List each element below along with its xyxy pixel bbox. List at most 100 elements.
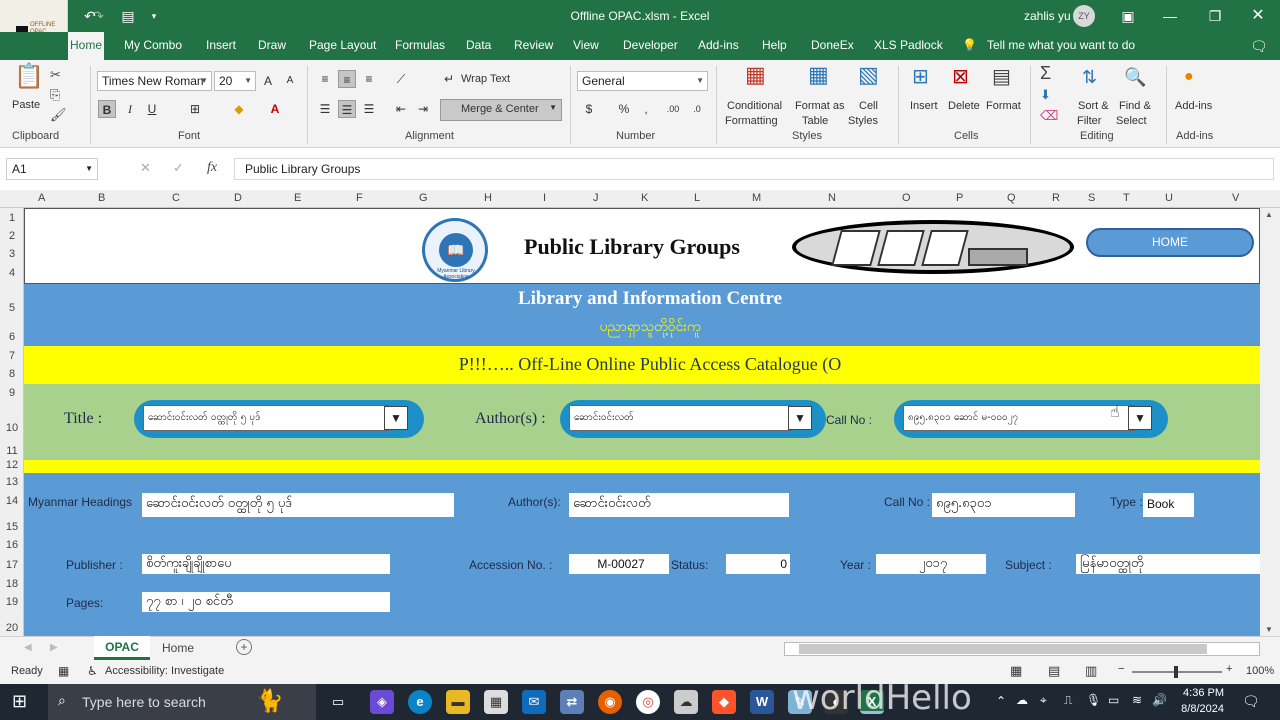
col-header[interactable]: V <box>1232 192 1239 204</box>
row-header[interactable]: 7 <box>0 350 24 362</box>
percent-button[interactable]: % <box>615 100 633 118</box>
col-header[interactable]: R <box>1052 192 1060 204</box>
author-dropdown-icon[interactable]: ▼ <box>788 406 812 430</box>
store-icon[interactable]: ▦ <box>484 690 508 714</box>
clock-time[interactable]: 4:36 PM <box>1176 687 1224 699</box>
decrease-font-icon[interactable]: A <box>281 72 299 90</box>
row-header[interactable]: 17 <box>0 559 24 571</box>
sheet-tab-opac[interactable]: OPAC <box>94 636 150 660</box>
align-middle-icon[interactable]: ≡ <box>338 70 356 88</box>
col-header[interactable]: U <box>1165 192 1173 204</box>
formula-input[interactable]: Public Library Groups <box>234 158 1274 180</box>
decrease-decimal-icon[interactable]: .0 <box>688 100 706 118</box>
sort-filter-label[interactable]: Sort & <box>1078 99 1109 113</box>
wifi-icon[interactable]: ≋ <box>1132 693 1142 707</box>
tab-doneex[interactable]: DoneEx <box>811 38 854 52</box>
find-select-label-2[interactable]: Select <box>1116 114 1147 128</box>
author-combo[interactable]: ဆောင်းဝင်းလတ် ▼ <box>560 400 826 438</box>
app-icon[interactable]: ☁ <box>674 690 698 714</box>
orientation-icon[interactable]: ⟋ <box>392 70 410 88</box>
col-header[interactable]: M <box>752 192 761 204</box>
tab-add-ins[interactable]: Add-ins <box>698 38 739 52</box>
col-header[interactable]: T <box>1123 192 1130 204</box>
cell-styles-label-2[interactable]: Styles <box>848 114 878 128</box>
customize-toolbar-icon[interactable]: ▤ <box>116 6 140 26</box>
onedrive-icon[interactable]: ☁ <box>1016 693 1028 707</box>
tab-home[interactable]: Home <box>68 32 104 60</box>
row-header[interactable]: 8 <box>0 368 24 380</box>
sheet-tab-home[interactable]: Home <box>152 641 204 655</box>
callno-dropdown-icon[interactable]: ▼ <box>1128 406 1152 430</box>
cell-styles-label[interactable]: Cell <box>859 99 878 113</box>
bold-button[interactable]: B <box>98 100 116 118</box>
clear-icon[interactable]: ⌫ <box>1040 107 1058 125</box>
align-center-icon[interactable]: ☰ <box>338 100 356 118</box>
publisher-field[interactable]: စိတ်ကူးချိုချိုစာပေ <box>142 554 390 574</box>
macro-record-icon[interactable]: ▦ <box>58 664 69 678</box>
row-header[interactable]: 10 <box>0 422 24 434</box>
taskbar-search[interactable]: ⌕ Type here to search 🐈 <box>48 684 316 720</box>
title-dropdown-icon[interactable]: ▼ <box>384 406 408 430</box>
zoom-in-icon[interactable]: + <box>1226 663 1232 675</box>
avatar[interactable]: ZY <box>1073 5 1095 27</box>
scroll-tabs-left-icon[interactable]: ◀ <box>24 642 32 653</box>
tab-insert[interactable]: Insert <box>206 38 236 52</box>
row-header[interactable]: 13 <box>0 476 24 488</box>
accession-field[interactable]: M-00027 <box>569 554 669 574</box>
wrap-text-icon[interactable]: ↵ <box>440 70 458 88</box>
tab-formulas[interactable]: Formulas <box>395 38 445 52</box>
row-header[interactable]: 20 <box>0 622 24 634</box>
title-combo[interactable]: ဆောင်းဝင်းလတ် ဝတ္ထုတို ၅ ပုဒ် ▼ <box>134 400 424 438</box>
insert-cells-icon[interactable]: ⊞ <box>912 67 929 87</box>
format-cells-icon[interactable]: ▤ <box>992 67 1011 87</box>
brave-icon[interactable]: ◆ <box>712 690 736 714</box>
tab-draw[interactable]: Draw <box>258 38 286 52</box>
notifications-icon[interactable]: 🗨 <box>1242 693 1260 710</box>
delete-cells-icon[interactable]: ⊠ <box>952 67 969 87</box>
comma-button[interactable]: , <box>637 100 655 118</box>
scroll-tabs-right-icon[interactable]: ▶ <box>50 642 58 653</box>
row-header[interactable]: 15 <box>0 521 24 533</box>
delete-cells-button[interactable]: Delete <box>948 99 980 113</box>
tab-page-layout[interactable]: Page Layout <box>309 38 376 52</box>
align-right-icon[interactable]: ☰ <box>360 100 378 118</box>
col-header[interactable]: C <box>172 192 180 204</box>
page-break-view-icon[interactable]: ▥ <box>1085 663 1097 679</box>
increase-decimal-icon[interactable]: .00 <box>664 100 682 118</box>
copilot-icon[interactable]: ◈ <box>370 690 394 714</box>
cancel-icon[interactable]: ✕ <box>140 160 151 176</box>
col-header[interactable]: D <box>234 192 242 204</box>
col-header[interactable]: A <box>38 192 45 204</box>
col-header[interactable]: I <box>543 192 546 204</box>
battery-icon[interactable]: ▭ <box>1108 693 1119 707</box>
vertical-scrollbar[interactable]: ▲ ▼ <box>1260 208 1280 636</box>
add-sheet-icon[interactable]: + <box>236 639 252 655</box>
maximize-icon[interactable]: ❐ <box>1203 6 1227 26</box>
clock-date[interactable]: 8/8/2024 <box>1168 703 1224 715</box>
row-header[interactable]: 12 <box>0 459 24 471</box>
home-button[interactable]: HOME <box>1086 228 1254 257</box>
col-header[interactable]: N <box>828 192 836 204</box>
redo-icon[interactable]: ↷ <box>86 6 110 26</box>
zoom-level[interactable]: 100% <box>1246 665 1274 677</box>
sort-filter-icon[interactable]: ⇅ <box>1082 68 1097 86</box>
enter-icon[interactable]: ✓ <box>173 160 184 176</box>
row-header[interactable]: 19 <box>0 596 24 608</box>
align-bottom-icon[interactable]: ≡ <box>360 70 378 88</box>
cell-styles-icon[interactable]: ▧ <box>858 64 879 86</box>
ribbon-display-icon[interactable]: ▣ <box>1116 6 1140 26</box>
type-field[interactable]: Book <box>1143 493 1194 517</box>
format-as-table-icon[interactable]: ▦ <box>808 64 829 86</box>
col-header[interactable]: Q <box>1007 192 1016 204</box>
merge-center-button[interactable]: Merge & Center ▼ <box>440 99 562 121</box>
autosum-icon[interactable]: Σ <box>1040 64 1051 82</box>
row-header[interactable]: 4 <box>0 267 24 279</box>
format-cells-button[interactable]: Format <box>986 99 1021 113</box>
minimize-icon[interactable]: — <box>1158 6 1182 26</box>
insert-cells-button[interactable]: Insert <box>910 99 938 113</box>
number-format-select[interactable]: General ▼ <box>577 71 708 91</box>
tab-view[interactable]: View <box>573 38 599 52</box>
font-size-select[interactable]: 20 ▼ <box>214 71 256 91</box>
col-header[interactable]: L <box>694 192 700 204</box>
author-combo-value[interactable]: ဆောင်းဝင်းလတ် <box>569 405 791 431</box>
